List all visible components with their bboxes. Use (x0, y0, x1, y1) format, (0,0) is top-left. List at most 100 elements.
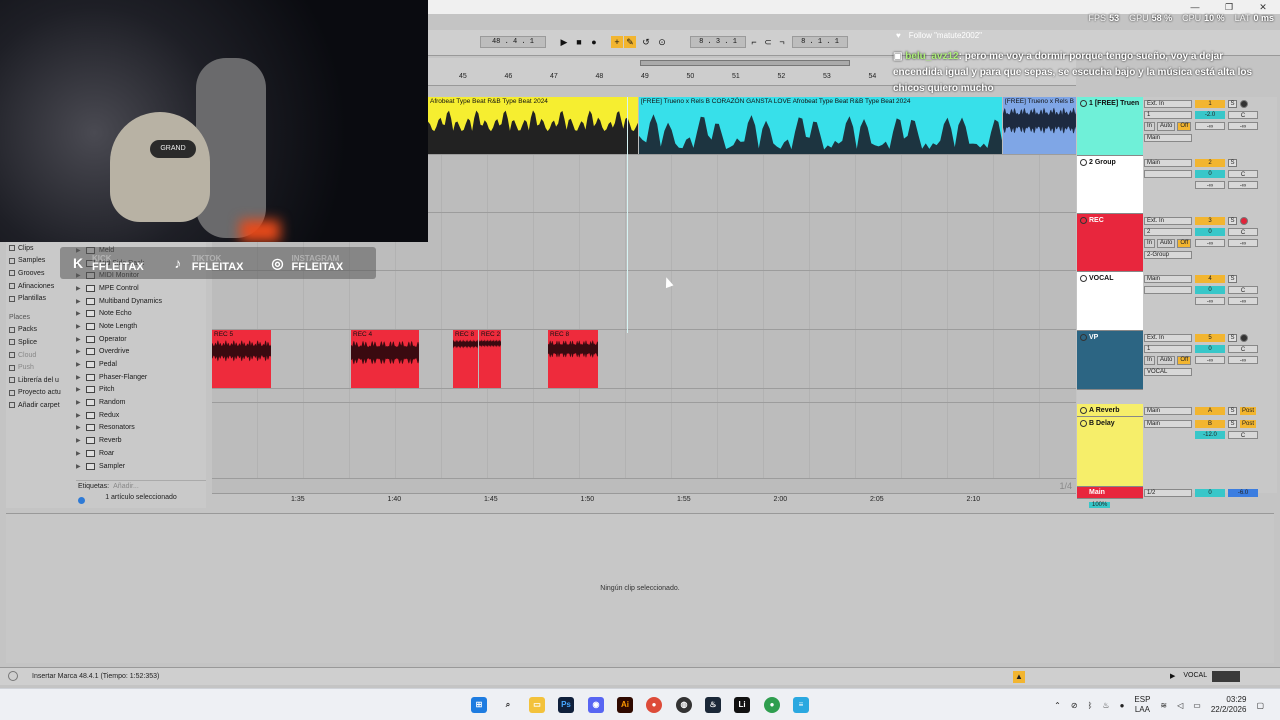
audio-clip-yellow[interactable]: Afrobeat Type Beat R&B Type Beat 2024 (428, 97, 638, 154)
expand-arrow-icon[interactable]: ▶ (76, 336, 82, 343)
post-button[interactable]: Post (1240, 420, 1256, 428)
close-button[interactable]: ✕ (1246, 0, 1280, 14)
place-item[interactable]: Packs (9, 324, 73, 337)
post-button[interactable]: Post (1240, 407, 1256, 415)
capture-icon[interactable]: ⊙ (656, 36, 668, 48)
track-header[interactable]: 2 Group (1077, 156, 1143, 214)
volume-icon[interactable]: ◁ (1177, 701, 1183, 710)
solo-button[interactable]: S (1228, 407, 1237, 415)
search-icon[interactable]: ⌕ (500, 697, 516, 713)
track-activator[interactable]: 1 (1195, 100, 1225, 108)
input-type-select[interactable]: Main (1144, 159, 1192, 167)
play-icon[interactable]: ▶ (558, 36, 570, 48)
notepad-icon[interactable]: ≡ (793, 697, 809, 713)
rec-clip[interactable]: REC 8 (453, 330, 478, 388)
rec-clip[interactable]: REC 4 (351, 330, 419, 388)
monitor-in-button[interactable]: In (1144, 356, 1156, 365)
browser-category[interactable]: Afinaciones (9, 280, 73, 293)
send-a[interactable]: -∞ (1195, 239, 1225, 247)
output-select[interactable]: Main (1144, 420, 1192, 428)
track-lane[interactable]: REC 5 REC 4 REC 8 REC 2 REC 8 (212, 330, 1076, 389)
output-select[interactable]: 2-Group (1144, 251, 1192, 259)
mic-icon[interactable]: ● (1120, 701, 1125, 710)
volume-value[interactable]: 0 (1195, 170, 1225, 178)
file-explorer-icon[interactable]: ▭ (529, 697, 545, 713)
expand-arrow-icon[interactable]: ▶ (76, 399, 82, 406)
pan-value[interactable]: C (1228, 170, 1258, 178)
status-info-icon[interactable] (8, 671, 18, 681)
steam-tray-icon[interactable]: ♨ (1102, 701, 1109, 710)
back-to-arrangement-icon[interactable]: ↺ (640, 36, 652, 48)
zoom-value[interactable]: 100% (1089, 502, 1111, 508)
return-track-header[interactable]: B Delay (1077, 417, 1143, 487)
device-item[interactable]: ▶ Phaser-Flanger (76, 371, 206, 384)
punch-out-icon[interactable]: ¬ (776, 36, 788, 48)
monitor-auto-button[interactable]: Auto (1157, 239, 1176, 248)
input-type-select[interactable]: Ext. In (1144, 100, 1192, 108)
device-item[interactable]: ▶ Multiband Dynamics (76, 295, 206, 308)
bluetooth-icon[interactable]: ᛒ (1088, 701, 1093, 710)
solo-button[interactable]: S (1228, 159, 1237, 167)
device-item[interactable]: ▶ Roar (76, 447, 206, 460)
track-fold-icon[interactable] (1080, 217, 1087, 224)
device-item[interactable]: ▶ Overdrive (76, 346, 206, 359)
monitor-off-button[interactable]: Off (1177, 122, 1192, 131)
tags-input[interactable]: Añadir... (113, 483, 139, 490)
illustrator-icon[interactable]: Ai (617, 697, 633, 713)
track-header[interactable]: REC (1077, 214, 1143, 272)
audio-clip-blue[interactable]: [FREE] Trueno x Rels B (1003, 97, 1076, 154)
solo-button[interactable]: S (1228, 275, 1237, 283)
rec-clip[interactable]: REC 8 (548, 330, 598, 388)
expand-arrow-icon[interactable]: ▶ (76, 386, 82, 393)
monitor-off-button[interactable]: Off (1177, 356, 1192, 365)
restore-button[interactable]: ❐ (1212, 0, 1246, 14)
discord-icon[interactable]: ◉ (588, 697, 604, 713)
place-item[interactable]: Añadir carpet (9, 399, 73, 412)
device-item[interactable]: ▶ MPE Control (76, 282, 206, 295)
minimize-button[interactable]: — (1178, 0, 1212, 14)
master-track-header[interactable]: Main (1077, 487, 1143, 499)
browser-category[interactable]: Plantillas (9, 292, 73, 305)
track-fold-icon[interactable] (1080, 100, 1087, 107)
device-item[interactable]: ▶ Note Echo (76, 307, 206, 320)
track-activator[interactable]: 4 (1195, 275, 1225, 283)
automation-arm-icon[interactable]: ✎ (624, 36, 636, 48)
language-indicator[interactable]: ESP LAA (1134, 695, 1150, 715)
pan-value[interactable]: C (1228, 111, 1258, 119)
ableton-live-icon[interactable]: Li (734, 697, 750, 713)
device-item[interactable]: ▶ Reverb (76, 434, 206, 447)
output-select[interactable]: Main (1144, 407, 1192, 415)
send-a[interactable]: -∞ (1195, 297, 1225, 305)
expand-arrow-icon[interactable]: ▶ (76, 412, 82, 419)
volume-value[interactable]: 0 (1195, 489, 1225, 497)
stop-icon[interactable]: ■ (573, 36, 585, 48)
record-icon[interactable]: ● (588, 36, 600, 48)
send-a[interactable]: -∞ (1195, 181, 1225, 189)
track-activator[interactable]: 5 (1195, 334, 1225, 342)
expand-arrow-icon[interactable]: ▶ (76, 323, 82, 330)
monitor-in-button[interactable]: In (1144, 239, 1156, 248)
volume-value[interactable]: -12.0 (1195, 431, 1225, 439)
punch-in-icon[interactable]: ⌐ (748, 36, 760, 48)
expand-arrow-icon[interactable]: ▶ (76, 361, 82, 368)
pan-value[interactable]: C (1228, 345, 1258, 353)
loop-length[interactable]: 8 . 1 . 1 (792, 36, 848, 48)
send-a[interactable]: -∞ (1195, 356, 1225, 364)
rec-clip[interactable]: REC 5 (212, 330, 271, 388)
expand-arrow-icon[interactable]: ▶ (76, 424, 82, 431)
expand-arrow-icon[interactable]: ▶ (76, 310, 82, 317)
device-item[interactable]: ▶ Resonators (76, 422, 206, 435)
send-a[interactable]: -∞ (1195, 122, 1225, 130)
expand-arrow-icon[interactable]: ▶ (76, 450, 82, 457)
input-type-select[interactable]: Ext. In (1144, 217, 1192, 225)
device-item[interactable]: ▶ Sampler (76, 460, 206, 473)
volume-value[interactable]: 0 (1195, 228, 1225, 236)
track-header[interactable]: VOCAL (1077, 272, 1143, 331)
track-activator[interactable]: 2 (1195, 159, 1225, 167)
solo-button[interactable]: S (1228, 217, 1237, 225)
device-item[interactable]: ▶ Operator (76, 333, 206, 346)
send-b[interactable]: -∞ (1228, 181, 1258, 189)
place-item[interactable]: Proyecto actu (9, 387, 73, 400)
monitor-off-button[interactable]: Off (1177, 239, 1192, 248)
chevron-up-icon[interactable]: ⌃ (1054, 701, 1061, 710)
